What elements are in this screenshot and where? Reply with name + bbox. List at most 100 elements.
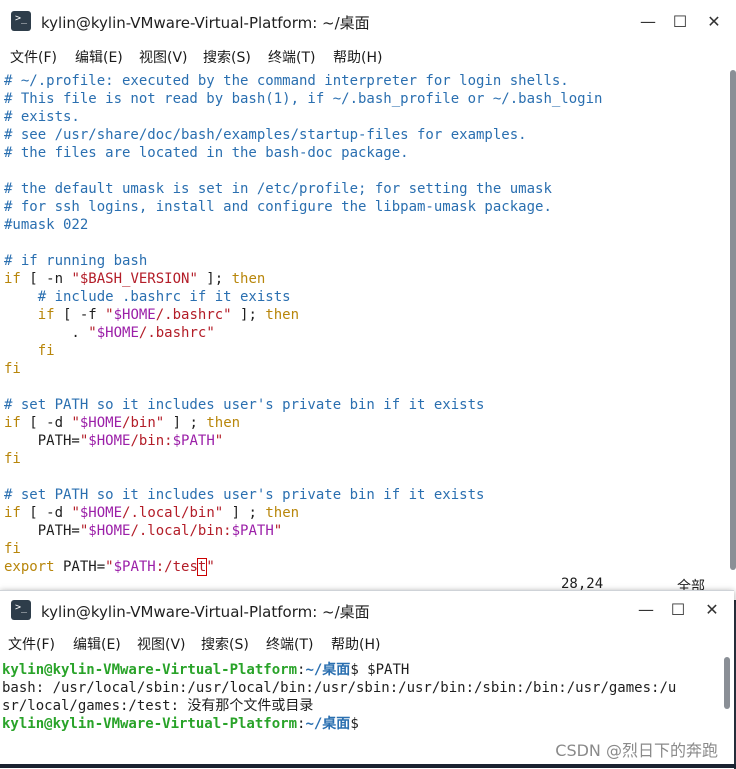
minimize-icon[interactable]: —: [636, 10, 660, 34]
code-token: ": [206, 559, 215, 575]
code-token: if: [37, 307, 55, 323]
editor-line: PATH="$HOME/bin:$PATH": [4, 432, 224, 450]
window-title: kylin@kylin-VMware-Virtual-Platform: ~/桌…: [41, 14, 370, 32]
code-token: ": [71, 415, 80, 431]
editor-line: export PATH="$PATH:/test": [4, 558, 215, 576]
code-token: ": [71, 505, 80, 521]
code-token: # exists.: [4, 109, 80, 125]
menu-search[interactable]: 搜索(S): [203, 47, 251, 67]
editor-line: fi: [4, 360, 21, 378]
code-token: /bin:: [130, 433, 173, 449]
code-token: /.bashrc": [138, 325, 215, 341]
code-token: # ~/.profile: executed by the command in…: [4, 73, 569, 89]
code-token: # set PATH so it includes user's private…: [4, 487, 485, 503]
editor-line: fi: [4, 450, 21, 468]
editor-line: # for ssh logins, install and configure …: [4, 198, 552, 216]
code-token: $PATH: [113, 559, 156, 575]
prompt-user: kylin@kylin-VMware-Virtual-Platform: [2, 716, 298, 732]
code-token: then: [265, 505, 300, 521]
watermark-text: CSDN @烈日下的奔跑: [555, 741, 718, 760]
prompt-user: kylin@kylin-VMware-Virtual-Platform: [2, 662, 298, 678]
prompt-line-2: kylin@kylin-VMware-Virtual-Platform:~/桌面…: [2, 716, 368, 732]
scrollbar[interactable]: [730, 70, 736, 570]
terminal-app-icon: >_: [11, 600, 31, 620]
editor-line: # include .bashrc if it exists: [4, 288, 291, 306]
menu-view[interactable]: 视图(V): [139, 47, 188, 67]
code-token: ": [273, 523, 283, 539]
maximize-icon[interactable]: ☐: [666, 598, 690, 622]
terminal-window-shell: >_ kylin@kylin-VMware-Virtual-Platform: …: [0, 590, 734, 769]
editor-line: if [ -n "$BASH_VERSION" ]; then: [4, 270, 265, 288]
code-token: # the default umask is set in /etc/profi…: [4, 181, 552, 197]
scrollbar[interactable]: [724, 657, 730, 709]
code-token: fi: [37, 343, 55, 359]
menu-terminal[interactable]: 终端(T): [266, 634, 313, 654]
editor-line: # set PATH so it includes user's private…: [4, 396, 484, 414]
close-icon[interactable]: ✕: [702, 10, 726, 34]
editor-line: if [ -f "$HOME/.bashrc" ]; then: [4, 306, 299, 324]
code-token: if: [4, 505, 21, 521]
code-token: if: [4, 415, 21, 431]
code-token: # the files are located in the bash-doc …: [4, 145, 409, 161]
title-bar[interactable]: >_ kylin@kylin-VMware-Virtual-Platform: …: [0, 0, 736, 44]
code-token: ": [105, 559, 114, 575]
editor-line: # exists.: [4, 108, 80, 126]
code-token: [ -d: [20, 415, 72, 431]
editor-line: fi: [4, 540, 21, 558]
code-token: then: [206, 415, 241, 431]
code-token: $HOME: [88, 433, 131, 449]
menu-view[interactable]: 视图(V): [137, 634, 186, 654]
code-token: PATH=: [4, 433, 80, 449]
prompt-line-1: kylin@kylin-VMware-Virtual-Platform:~/桌面…: [2, 662, 410, 678]
code-token: "$BASH_VERSION": [71, 271, 198, 287]
menu-edit[interactable]: 编辑(E): [73, 634, 121, 654]
output-line-2: sr/local/games:/test: 没有那个文件或目录: [2, 698, 314, 714]
maximize-icon[interactable]: ☐: [668, 10, 692, 34]
taskbar: [0, 764, 736, 768]
menu-search[interactable]: 搜索(S): [201, 634, 249, 654]
code-token: fi: [4, 541, 21, 557]
prompt-path: ~/桌面: [305, 716, 351, 732]
code-token: [ -d: [20, 505, 72, 521]
editor-line: # if running bash: [4, 252, 147, 270]
code-token: [ -f: [54, 307, 106, 323]
editor-line: # This file is not read by bash(1), if ~…: [4, 90, 602, 108]
minimize-icon[interactable]: —: [634, 598, 658, 622]
code-token: then: [265, 307, 300, 323]
editor-content[interactable]: 28,24 全部 # ~/.profile: executed by the c…: [0, 70, 736, 600]
menu-file[interactable]: 文件(F): [10, 47, 57, 67]
code-token: ];: [231, 307, 266, 323]
editor-line: # ~/.profile: executed by the command in…: [4, 72, 569, 90]
menu-bar: 文件(F) 编辑(E) 视图(V) 搜索(S) 终端(T) 帮助(H): [0, 44, 736, 70]
code-token: :/tes: [155, 559, 198, 575]
code-token: ": [88, 325, 97, 341]
menu-file[interactable]: 文件(F): [8, 634, 55, 654]
editor-line: # see /usr/share/doc/bash/examples/start…: [4, 126, 527, 144]
code-token: # include .bashrc if it exists: [37, 289, 291, 305]
prompt-path: ~/桌面: [305, 662, 351, 678]
editor-line: fi: [4, 342, 55, 360]
menu-terminal[interactable]: 终端(T): [268, 47, 315, 67]
menu-edit[interactable]: 编辑(E): [75, 47, 123, 67]
code-token: # This file is not read by bash(1), if ~…: [4, 91, 603, 107]
editor-line: PATH="$HOME/.local/bin:$PATH": [4, 522, 283, 540]
window-title: kylin@kylin-VMware-Virtual-Platform: ~/桌…: [41, 603, 370, 621]
code-token: # set PATH so it includes user's private…: [4, 397, 485, 413]
code-token: $PATH: [231, 523, 274, 539]
close-icon[interactable]: ✕: [700, 598, 724, 622]
code-token: #umask 022: [4, 217, 89, 233]
editor-line: # the files are located in the bash-doc …: [4, 144, 409, 162]
editor-line: # set PATH so it includes user's private…: [4, 486, 484, 504]
code-token: $HOME: [79, 505, 123, 521]
menu-help[interactable]: 帮助(H): [331, 634, 380, 654]
menu-bar: 文件(F) 编辑(E) 视图(V) 搜索(S) 终端(T) 帮助(H): [0, 631, 734, 657]
code-token: ] ;: [223, 505, 266, 521]
code-token: [ -n: [20, 271, 72, 287]
code-token: PATH=: [4, 523, 80, 539]
code-token: ];: [197, 271, 232, 287]
code-token: /.local/bin": [122, 505, 224, 521]
menu-help[interactable]: 帮助(H): [333, 47, 382, 67]
title-bar[interactable]: >_ kylin@kylin-VMware-Virtual-Platform: …: [0, 591, 734, 631]
